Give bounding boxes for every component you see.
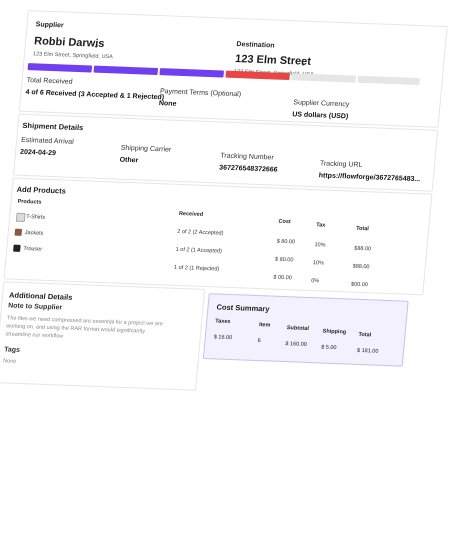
stage: Supplier Robbi Darwis ⌄ 123 Elm Street, … [0, 0, 466, 547]
cs-item-value: 6 [257, 338, 261, 345]
tags-value[interactable]: None [3, 358, 17, 364]
tracking-number-value[interactable]: 367276548372666 [219, 164, 278, 173]
progress-segment-pending [357, 75, 420, 86]
cs-col-item: Item [258, 322, 271, 329]
product-cost: $ 00.00 [273, 274, 293, 282]
arrival-value[interactable]: 2024-04-29 [20, 149, 56, 157]
product-received: 1 of 2 (1 Accepted) [175, 246, 223, 255]
tracking-url-label: Tracking URL [319, 160, 363, 169]
progress-segment-accepted [93, 65, 159, 76]
product-total: $00.00 [350, 281, 369, 289]
progress-segment-rejected [225, 70, 290, 81]
cost-summary-heading: Cost Summary [216, 302, 270, 314]
cs-subtotal-value: $ 160.00 [285, 341, 308, 348]
currency-label: Supplier Currency [292, 99, 350, 109]
product-tax: 10% [312, 260, 325, 267]
product-name: Jackets [24, 230, 44, 237]
additional-details-card: Additional Details Note to Supplier The … [0, 281, 206, 391]
note-text-line[interactable]: streamline our workflow [5, 331, 63, 339]
arrival-label: Estimated Arrival [20, 136, 74, 146]
tracking-url-value[interactable]: https://flowforge/3672765483... [318, 172, 420, 183]
shipment-heading: Shipment Details [22, 120, 84, 133]
progress-segment-accepted [27, 63, 93, 73]
products-heading: Add Products [16, 184, 67, 196]
product-name: Trouser [23, 246, 43, 253]
product-cost: $ 80.00 [276, 238, 296, 246]
supplier-address: 123 Elm Street, Springfield, USA [32, 51, 114, 61]
cs-taxes-value: $ 16.00 [213, 334, 233, 342]
product-received: 1 of 2 (1 Rejected) [173, 264, 220, 273]
destination-heading: Destination [236, 41, 275, 50]
carrier-label: Shipping Carrier [120, 144, 172, 154]
product-cost: $ 80.00 [274, 256, 294, 264]
cs-total-value: $ 181.00 [356, 347, 379, 355]
cost-summary-card: Cost Summary Taxes Item Subtotal Shippin… [202, 293, 409, 367]
additional-heading: Additional Details [8, 290, 73, 302]
product-total: $88.00 [353, 245, 372, 253]
cs-shipping-value: $ 5.00 [320, 344, 337, 352]
tracking-number-label: Tracking Number [219, 152, 274, 162]
chevron-down-icon[interactable]: ⌄ [93, 41, 101, 50]
cs-col-shipping: Shipping [322, 328, 347, 336]
total-received-value: 4 of 6 Received (3 Accepted & 1 Rejected… [25, 88, 165, 102]
product-thumbnail [14, 228, 23, 236]
supplier-heading: Supplier [35, 21, 64, 30]
chevron-down-icon[interactable]: ⌄ [300, 58, 308, 67]
col-products: Products [17, 198, 42, 206]
cs-col-taxes: Taxes [214, 318, 231, 325]
col-received: Received [178, 210, 204, 218]
tags-label: Tags [3, 346, 21, 354]
progress-segment-accepted [159, 68, 225, 78]
received-progress-bar [27, 63, 420, 86]
product-tax: 0% [310, 278, 320, 285]
product-thumbnail [15, 212, 26, 223]
col-total: Total [355, 225, 370, 233]
payment-terms-value[interactable]: None [159, 100, 177, 108]
currency-value[interactable]: US dollars (USD) [292, 111, 349, 120]
payment-terms-label: Payment Terms (Optional) [159, 88, 242, 99]
product-tax: 10% [314, 242, 326, 249]
col-tax: Tax [315, 222, 326, 229]
progress-segment-pending [291, 73, 356, 83]
cs-col-subtotal: Subtotal [286, 325, 310, 333]
product-thumbnail [13, 244, 21, 252]
note-label: Note to Supplier [7, 302, 63, 312]
products-card: Add Products Products Received Cost Tax … [3, 177, 433, 296]
col-cost: Cost [278, 218, 291, 226]
cs-col-total: Total [358, 331, 372, 339]
total-received-label: Total Received [26, 77, 73, 86]
product-received: 2 of 2 (2 Accepted) [176, 228, 224, 237]
product-total: $88.00 [352, 263, 370, 271]
product-name: T-Shirts [25, 214, 46, 221]
purchase-order-sheet: Supplier Robbi Darwis ⌄ 123 Elm Street, … [0, 10, 448, 405]
carrier-value[interactable]: Other [119, 157, 138, 165]
supplier-destination-card: Supplier Robbi Darwis ⌄ 123 Elm Street, … [18, 10, 448, 128]
